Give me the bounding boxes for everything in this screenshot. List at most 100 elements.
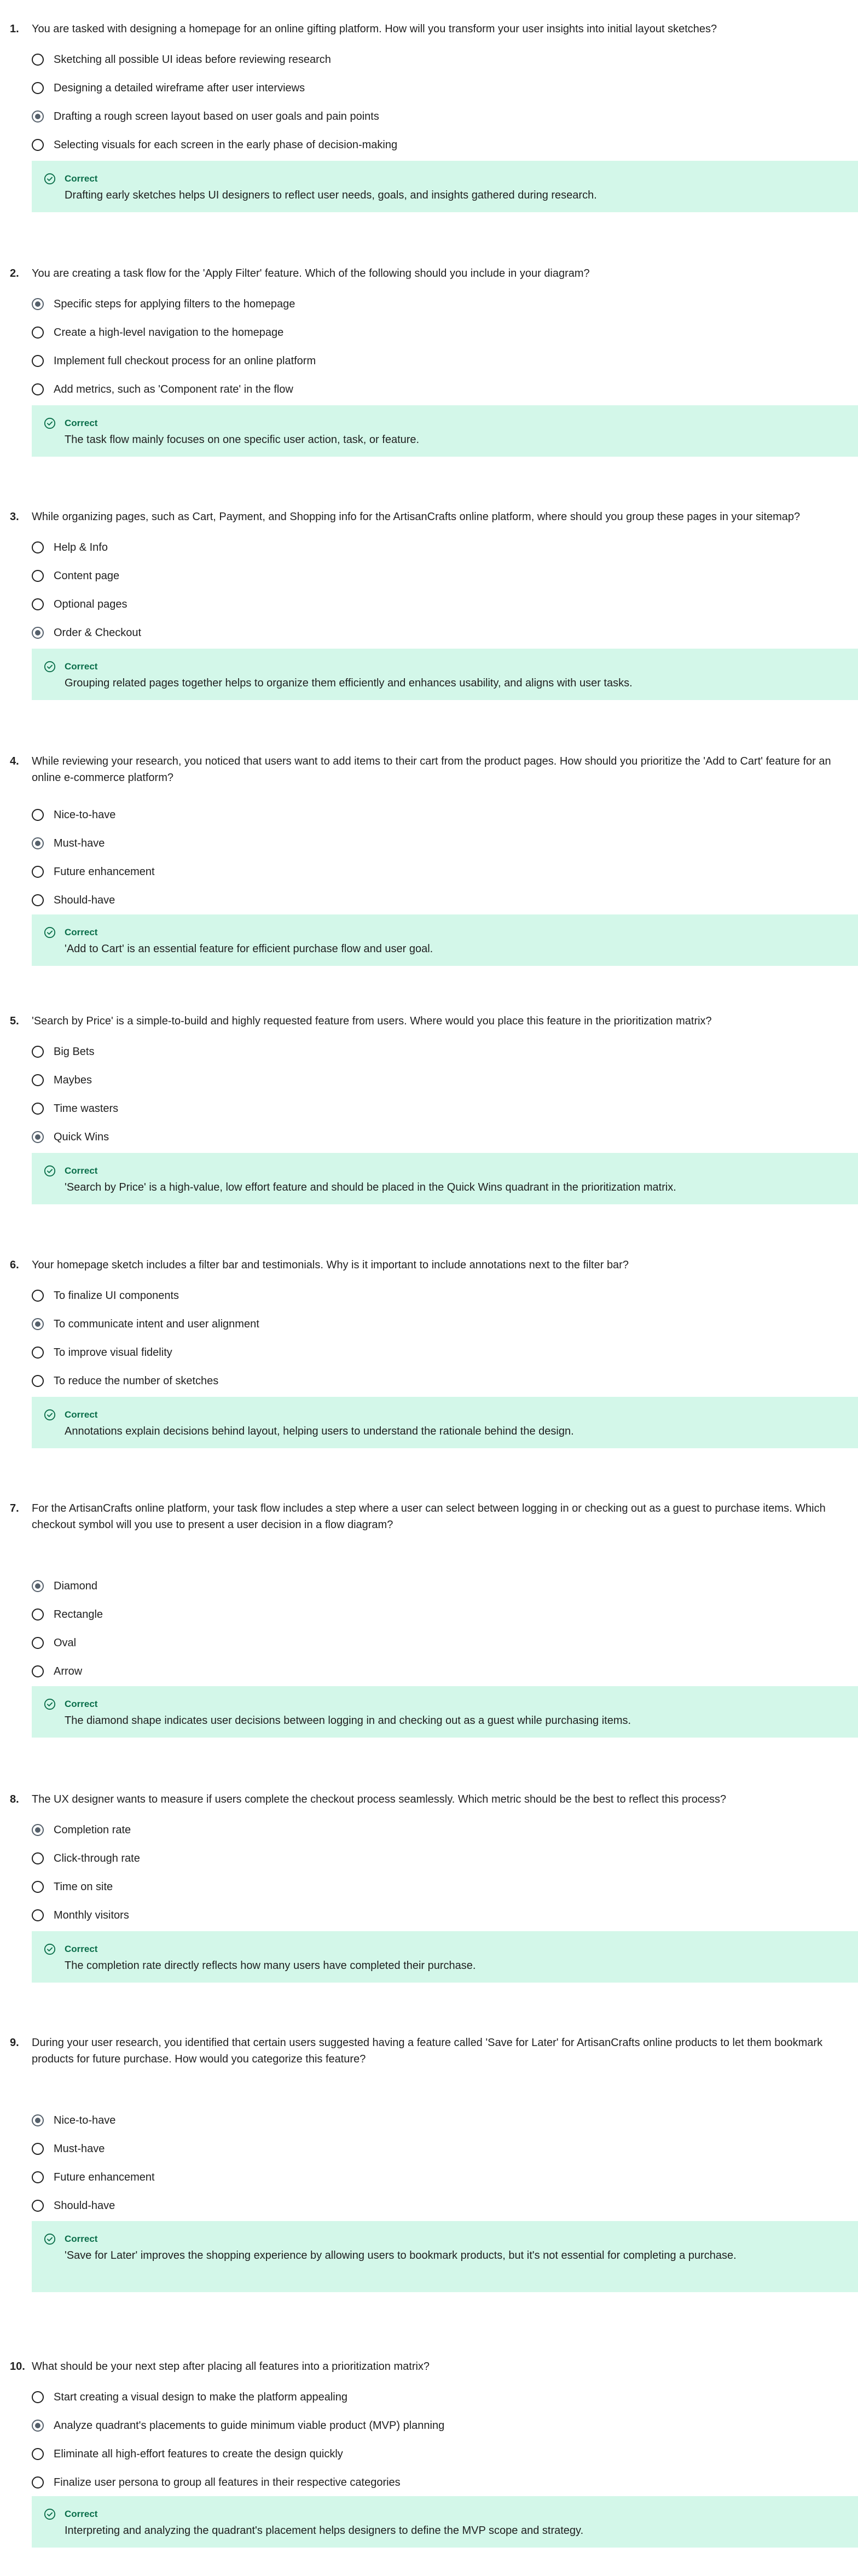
radio-button-selected[interactable]	[32, 298, 44, 310]
radio-button-selected[interactable]	[32, 1580, 44, 1592]
feedback-status: Correct	[65, 173, 98, 184]
radio-button[interactable]	[32, 2171, 44, 2183]
feedback-text: Annotations explain decisions behind lay…	[65, 1425, 574, 1437]
option-label: Drafting a rough screen layout based on …	[54, 110, 379, 123]
option-label: Rectangle	[54, 1608, 103, 1621]
answer-option[interactable]: Monthly visitors	[32, 1907, 129, 1924]
answer-option[interactable]: Should-have	[32, 892, 115, 908]
feedback-box: Correct Grouping related pages together h…	[32, 649, 858, 700]
answer-option[interactable]: To finalize UI components	[32, 1287, 179, 1304]
answer-option[interactable]: Should-have	[32, 2198, 115, 2214]
radio-button[interactable]	[32, 1852, 44, 1864]
answer-option[interactable]: Time wasters	[32, 1100, 118, 1117]
feedback-text: Interpreting and analyzing the quadrant'…	[65, 2525, 584, 2537]
radio-button[interactable]	[32, 1608, 44, 1621]
answer-option[interactable]: Completion rate	[32, 1822, 131, 1838]
answer-option[interactable]: Future enhancement	[32, 2169, 155, 2185]
radio-button[interactable]	[32, 383, 44, 395]
radio-button[interactable]	[32, 2143, 44, 2155]
answer-option[interactable]: Create a high-level navigation to the ho…	[32, 324, 283, 341]
answer-option[interactable]: Specific steps for applying filters to t…	[32, 296, 295, 312]
answer-option[interactable]: Maybes	[32, 1072, 92, 1088]
answer-option[interactable]: Optional pages	[32, 596, 127, 613]
feedback-text: 'Save for Later' improves the shopping e…	[65, 2249, 737, 2262]
radio-button-selected[interactable]	[32, 2114, 44, 2126]
radio-button[interactable]	[32, 1909, 44, 1921]
answer-option[interactable]: Nice-to-have	[32, 2112, 115, 2129]
radio-button[interactable]	[32, 139, 44, 151]
radio-button[interactable]	[32, 355, 44, 367]
answer-option[interactable]: Big Bets	[32, 1044, 94, 1060]
option-label: Future enhancement	[54, 865, 155, 878]
check-circle-icon	[44, 2508, 56, 2520]
answer-option[interactable]: Finalize user persona to group all featu…	[32, 2474, 401, 2491]
radio-button[interactable]	[32, 598, 44, 610]
radio-button-selected[interactable]	[32, 837, 44, 849]
answer-option[interactable]: To communicate intent and user alignment	[32, 1316, 259, 1332]
radio-button[interactable]	[32, 570, 44, 582]
answer-option[interactable]: Drafting a rough screen layout based on …	[32, 108, 379, 125]
feedback-status: Correct	[65, 661, 98, 672]
radio-button[interactable]	[32, 1375, 44, 1387]
option-label: Implement full checkout process for an o…	[54, 354, 316, 367]
radio-button-selected[interactable]	[32, 1824, 44, 1836]
answer-option[interactable]: Designing a detailed wireframe after use…	[32, 80, 305, 96]
answer-option[interactable]: Implement full checkout process for an o…	[32, 353, 316, 369]
answer-option[interactable]: Time on site	[32, 1879, 113, 1895]
radio-button[interactable]	[32, 1665, 44, 1677]
answer-option[interactable]: Order & Checkout	[32, 625, 141, 641]
answer-option[interactable]: Nice-to-have	[32, 807, 115, 823]
answer-option[interactable]: Oval	[32, 1635, 76, 1651]
answer-option[interactable]: To improve visual fidelity	[32, 1344, 172, 1361]
answer-option[interactable]: Must-have	[32, 2141, 105, 2157]
radio-button[interactable]	[32, 327, 44, 339]
radio-button-selected[interactable]	[32, 1131, 44, 1143]
radio-button-selected[interactable]	[32, 2420, 44, 2432]
radio-button[interactable]	[32, 1103, 44, 1115]
answer-option[interactable]: Rectangle	[32, 1606, 103, 1623]
check-circle-icon	[44, 1943, 56, 1955]
answer-option[interactable]: Must-have	[32, 835, 105, 852]
answer-option[interactable]: Start creating a visual design to make t…	[32, 2389, 347, 2405]
radio-button[interactable]	[32, 1637, 44, 1649]
answer-option[interactable]: Click-through rate	[32, 1850, 140, 1867]
question-text: The UX designer wants to measure if user…	[32, 1793, 727, 1805]
answer-option[interactable]: Analyze quadrant's placements to guide m…	[32, 2417, 444, 2434]
answer-option[interactable]: Quick Wins	[32, 1129, 109, 1145]
radio-button[interactable]	[32, 866, 44, 878]
radio-button[interactable]	[32, 541, 44, 553]
radio-button[interactable]	[32, 1347, 44, 1359]
radio-button[interactable]	[32, 2476, 44, 2488]
answer-option[interactable]: Sketching all possible UI ideas before r…	[32, 51, 331, 68]
check-circle-icon	[44, 1698, 56, 1710]
radio-button[interactable]	[32, 2391, 44, 2403]
answer-option[interactable]: Content page	[32, 568, 119, 584]
answer-option[interactable]: Future enhancement	[32, 864, 155, 880]
question-number: 9.	[10, 2037, 19, 2049]
answer-option[interactable]: Eliminate all high-effort features to cr…	[32, 2446, 343, 2462]
radio-button[interactable]	[32, 809, 44, 821]
radio-button-selected[interactable]	[32, 627, 44, 639]
radio-button-selected[interactable]	[32, 1318, 44, 1330]
radio-button[interactable]	[32, 1046, 44, 1058]
answer-option[interactable]: Diamond	[32, 1578, 97, 1594]
answer-option[interactable]: Add metrics, such as 'Component rate' in…	[32, 381, 293, 398]
radio-button[interactable]	[32, 1290, 44, 1302]
radio-button-selected[interactable]	[32, 110, 44, 123]
radio-button[interactable]	[32, 2200, 44, 2212]
option-label: Nice-to-have	[54, 808, 116, 821]
radio-button[interactable]	[32, 54, 44, 66]
option-label: Time on site	[54, 1880, 113, 1893]
answer-option[interactable]: Help & Info	[32, 539, 108, 556]
feedback-box: Correct 'Save for Later' improves the sho…	[32, 2221, 858, 2292]
answer-option[interactable]: To reduce the number of sketches	[32, 1373, 218, 1389]
radio-button[interactable]	[32, 1074, 44, 1086]
option-label: Designing a detailed wireframe after use…	[54, 81, 305, 94]
radio-button[interactable]	[32, 1881, 44, 1893]
answer-option[interactable]: Arrow	[32, 1663, 82, 1680]
answer-option[interactable]: Selecting visuals for each screen in the…	[32, 137, 397, 153]
check-circle-icon	[44, 417, 56, 429]
radio-button[interactable]	[32, 82, 44, 94]
radio-button[interactable]	[32, 894, 44, 906]
radio-button[interactable]	[32, 2448, 44, 2460]
